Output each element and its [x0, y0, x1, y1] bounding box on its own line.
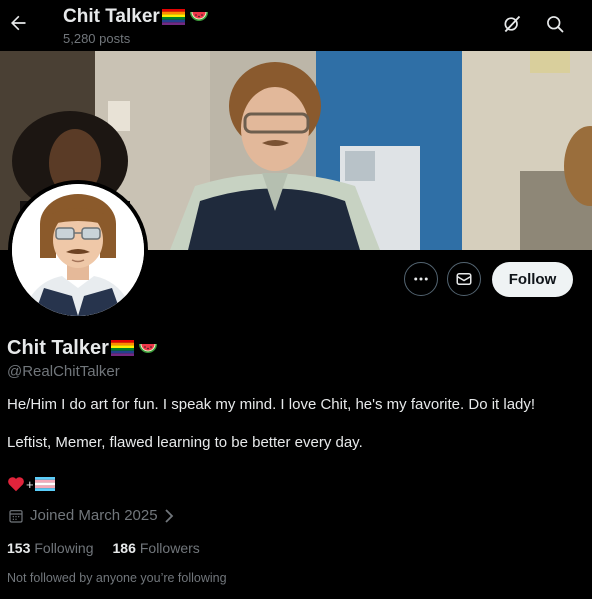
more-options-button[interactable]	[404, 262, 438, 296]
avatar-image	[12, 184, 144, 316]
header-title: Chit Talker	[63, 5, 209, 28]
header-name-text: Chit Talker	[63, 5, 160, 27]
transgender-flag-icon	[34, 477, 55, 491]
search-button[interactable]	[540, 9, 570, 39]
grok-button[interactable]	[497, 9, 527, 39]
search-icon	[547, 16, 564, 33]
back-button[interactable]	[2, 7, 34, 39]
profile-page: Chit Talker 5,280 posts Follow Chit Talk…	[0, 0, 592, 599]
calendar-icon	[9, 509, 23, 523]
joined-text: Joined March 2025	[30, 507, 158, 524]
followers-link[interactable]: 186 Followers	[113, 540, 200, 556]
bio-line-3: +	[7, 474, 55, 494]
post-count: 5,280 posts	[63, 31, 131, 46]
more-dots-icon	[414, 277, 428, 281]
followed-by-note: Not followed by anyone you’re following	[7, 571, 227, 585]
profile-avatar[interactable]	[8, 180, 148, 320]
follow-button[interactable]: Follow	[492, 262, 573, 297]
top-bar: Chit Talker 5,280 posts	[0, 0, 592, 51]
following-count: 153	[7, 540, 31, 556]
watermelon-icon	[138, 340, 158, 356]
header-title-block: Chit Talker 5,280 posts	[63, 5, 209, 46]
joined-date[interactable]: Joined March 2025	[8, 507, 174, 524]
bio-line-2: Leftist, Memer, flawed learning to be be…	[7, 434, 363, 451]
arrow-left-icon	[11, 15, 26, 31]
follow-stats: 153 Following 186 Followers	[7, 540, 200, 556]
grok-icon	[504, 15, 521, 33]
display-name: Chit Talker	[7, 336, 158, 360]
red-heart-icon	[8, 477, 24, 492]
bio-plus-sign: +	[26, 476, 34, 492]
following-label: Following	[34, 540, 94, 556]
following-link[interactable]: 153 Following	[7, 540, 94, 556]
rainbow-flag-icon	[110, 340, 134, 356]
rainbow-flag-icon	[161, 8, 185, 25]
envelope-icon	[456, 273, 472, 285]
display-name-text: Chit Talker	[7, 336, 109, 359]
user-handle: @RealChitTalker	[7, 363, 120, 380]
bio-line-1: He/Him I do art for fun. I speak my mind…	[7, 396, 536, 413]
watermelon-icon	[189, 9, 209, 25]
chevron-right-icon	[164, 508, 173, 523]
followers-label: Followers	[139, 540, 200, 556]
followers-count: 186	[112, 540, 136, 556]
message-button[interactable]	[447, 262, 481, 296]
